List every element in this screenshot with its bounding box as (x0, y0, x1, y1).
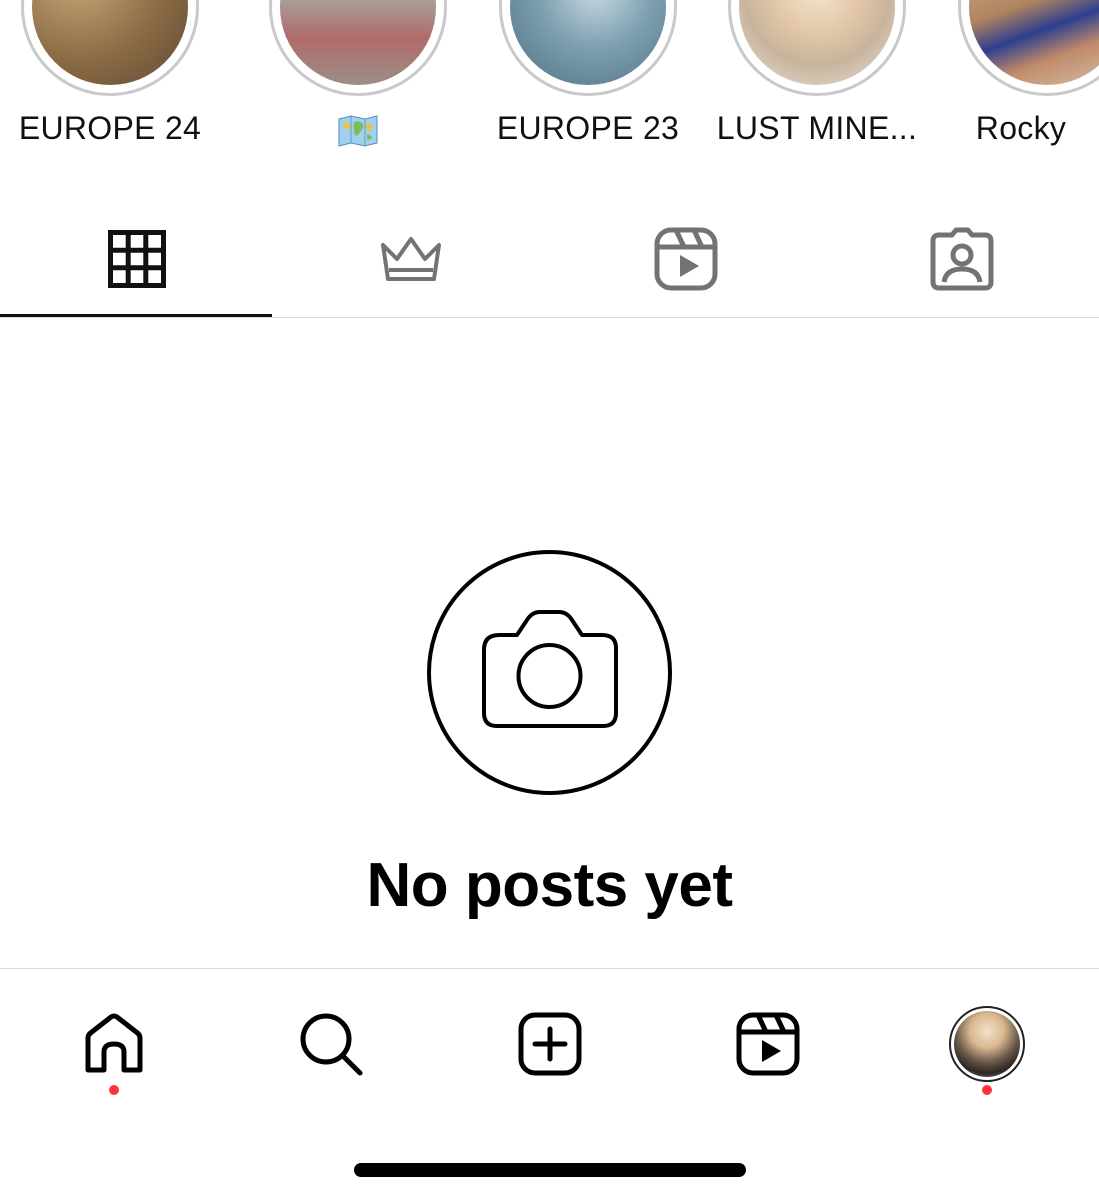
highlight-cover[interactable] (728, 0, 906, 96)
tab-subscriber-content[interactable] (274, 200, 548, 318)
highlight-rocky[interactable]: Rocky (937, 0, 1099, 160)
highlight-cover[interactable] (269, 0, 447, 96)
highlight-cover[interactable] (21, 0, 199, 96)
home-notification-dot (109, 1085, 119, 1095)
avatar (949, 1006, 1025, 1082)
highlight-cover-image (510, 0, 666, 85)
highlight-label: LUST MINE... (716, 110, 918, 146)
create-post-icon (518, 1012, 582, 1076)
nav-home[interactable] (69, 999, 159, 1095)
tab-posts-grid[interactable] (0, 200, 274, 318)
active-tab-indicator (0, 314, 272, 317)
highlight-label: EUROPE 24 (18, 110, 202, 146)
home-icon (85, 1013, 143, 1073)
highlight-europe-23[interactable]: EUROPE 23 (478, 0, 698, 160)
crown-icon (381, 237, 441, 281)
highlight-label: EUROPE 23 (496, 110, 680, 146)
highlight-label (248, 110, 468, 147)
home-indicator-bar[interactable] (354, 1163, 746, 1177)
highlight-cover[interactable] (958, 0, 1099, 96)
highlight-cover-image (739, 0, 895, 85)
camera-icon (427, 550, 672, 795)
highlight-cover-image (969, 0, 1099, 85)
reels-icon (736, 1012, 800, 1076)
profile-screen: EUROPE 24 EUROPE 23 LUST MINE... Rocky N… (0, 0, 1099, 1200)
story-highlights-row[interactable]: EUROPE 24 EUROPE 23 LUST MINE... Rocky (0, 0, 1099, 160)
nav-create[interactable] (505, 999, 595, 1089)
highlight-cover-image (32, 0, 188, 85)
highlight-map[interactable] (248, 0, 468, 160)
tagged-person-icon (930, 227, 994, 291)
nav-search[interactable] (286, 999, 376, 1089)
highlight-europe-24[interactable]: EUROPE 24 (0, 0, 220, 160)
world-map-emoji-icon (338, 114, 378, 147)
tab-tagged[interactable] (825, 200, 1099, 318)
nav-reels[interactable] (723, 999, 813, 1089)
highlight-label: Rocky (975, 110, 1067, 146)
empty-state-message: No posts yet (366, 851, 733, 920)
grid-icon (108, 230, 166, 288)
tab-reels[interactable] (549, 200, 823, 318)
highlight-cover[interactable] (499, 0, 677, 96)
highlight-lust-mine[interactable]: LUST MINE... (707, 0, 927, 160)
avatar-image (954, 1011, 1020, 1077)
nav-profile[interactable] (942, 999, 1032, 1095)
profile-tabs (0, 200, 1099, 318)
highlight-cover-image (280, 0, 436, 85)
reels-icon (654, 227, 718, 291)
profile-notification-dot (982, 1085, 992, 1095)
search-icon (300, 1013, 363, 1076)
